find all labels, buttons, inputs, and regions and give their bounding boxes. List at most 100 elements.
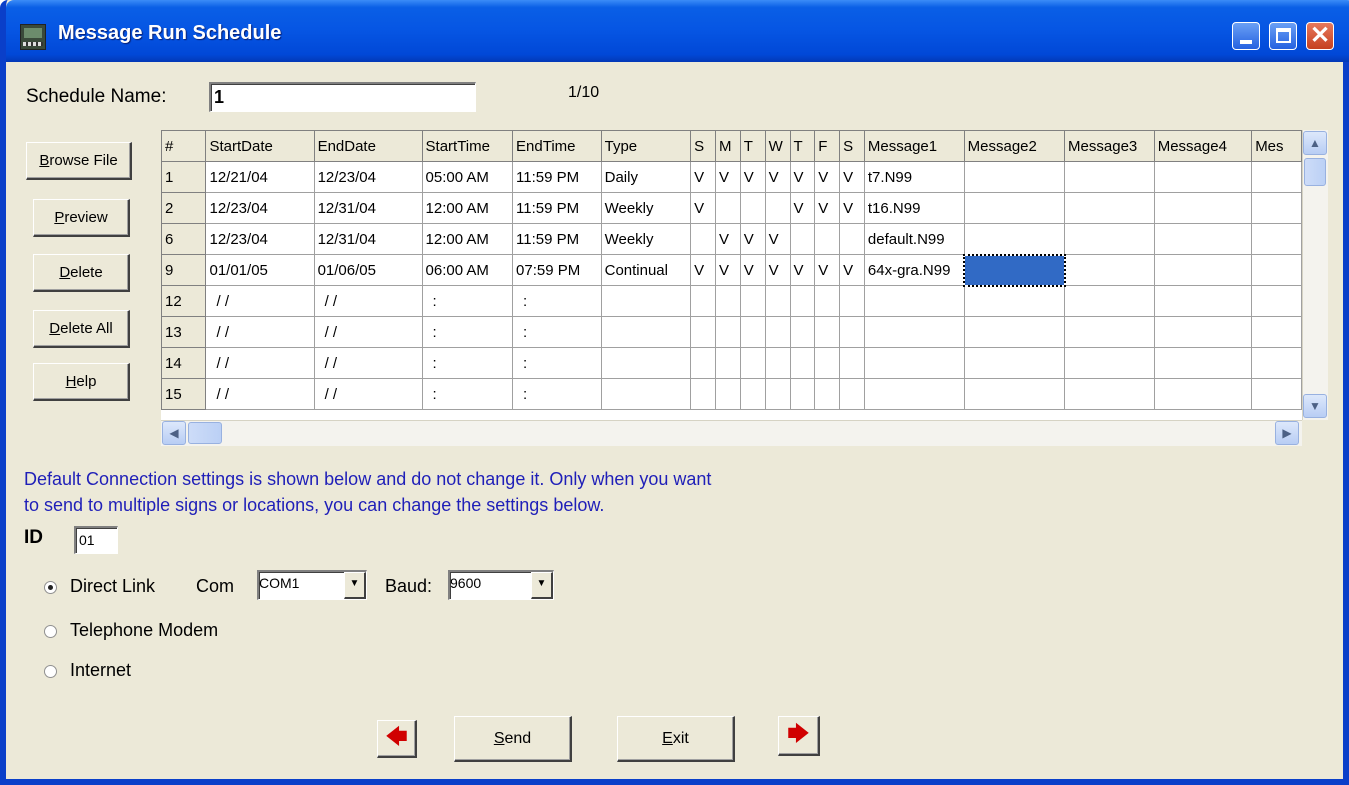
table-cell[interactable]: t7.N99: [863, 161, 965, 193]
scroll-right-button[interactable]: ▶: [1275, 421, 1299, 445]
title-bar[interactable]: Message Run Schedule ✕: [6, 0, 1349, 62]
schedule-grid[interactable]: # StartDate EndDate StartTime EndTime Type S M T…: [161, 130, 1302, 420]
table-cell[interactable]: :: [512, 378, 602, 410]
table-cell[interactable]: [690, 316, 716, 348]
table-cell[interactable]: V: [714, 254, 741, 286]
column-header[interactable]: T: [789, 130, 816, 162]
table-cell[interactable]: [764, 316, 791, 348]
row-number[interactable]: 2: [161, 192, 207, 224]
table-cell[interactable]: :: [512, 316, 602, 348]
table-cell[interactable]: V: [764, 254, 791, 286]
table-cell[interactable]: [1153, 347, 1253, 379]
table-cell[interactable]: [714, 192, 741, 224]
table-cell[interactable]: [839, 223, 865, 255]
vertical-scroll-thumb[interactable]: [1304, 158, 1326, 186]
table-cell[interactable]: [963, 161, 1066, 193]
table-cell[interactable]: V: [690, 192, 716, 224]
table-cell[interactable]: [963, 285, 1066, 317]
table-cell[interactable]: [714, 285, 741, 317]
column-header[interactable]: M: [714, 130, 741, 162]
table-cell[interactable]: / /: [205, 316, 315, 348]
table-cell[interactable]: :: [421, 285, 514, 317]
table-cell[interactable]: [789, 347, 816, 379]
table-cell[interactable]: [1064, 161, 1155, 193]
table-cell[interactable]: 11:59 PM: [512, 161, 602, 193]
table-cell[interactable]: [1064, 192, 1155, 224]
table-cell[interactable]: [714, 347, 741, 379]
table-cell[interactable]: V: [714, 161, 741, 193]
table-cell[interactable]: [814, 285, 841, 317]
exit-button[interactable]: Exit: [617, 716, 735, 762]
table-cell[interactable]: [1153, 285, 1253, 317]
table-cell[interactable]: [1153, 378, 1253, 410]
table-cell[interactable]: [863, 347, 965, 379]
table-cell[interactable]: [814, 316, 841, 348]
table-cell[interactable]: [789, 316, 816, 348]
table-cell[interactable]: [863, 316, 965, 348]
table-cell[interactable]: [690, 347, 716, 379]
table-cell[interactable]: Continual: [600, 254, 692, 286]
table-cell[interactable]: / /: [205, 378, 315, 410]
table-cell[interactable]: [814, 223, 841, 255]
row-number[interactable]: 6: [161, 223, 207, 255]
telephone-modem-radio[interactable]: [44, 625, 57, 638]
table-cell[interactable]: V: [739, 254, 766, 286]
column-header[interactable]: Type: [600, 130, 692, 162]
table-cell[interactable]: [839, 347, 865, 379]
table-cell[interactable]: Daily: [600, 161, 692, 193]
scroll-up-button[interactable]: ▲: [1303, 131, 1327, 155]
table-cell[interactable]: 12/23/04: [205, 192, 315, 224]
table-cell[interactable]: [600, 378, 692, 410]
com-dropdown-arrow-icon[interactable]: ▼: [344, 572, 366, 599]
table-cell[interactable]: V: [814, 192, 841, 224]
table-cell[interactable]: V: [690, 254, 716, 286]
table-cell[interactable]: / /: [205, 285, 315, 317]
column-header[interactable]: W: [764, 130, 791, 162]
previous-schedule-button[interactable]: 🡄: [377, 720, 417, 758]
table-cell[interactable]: [963, 378, 1066, 410]
table-cell[interactable]: V: [814, 161, 841, 193]
table-cell[interactable]: [600, 316, 692, 348]
column-header[interactable]: Message4: [1153, 130, 1253, 162]
table-cell[interactable]: [714, 378, 741, 410]
table-cell[interactable]: 05:00 AM: [421, 161, 514, 193]
table-cell[interactable]: [1153, 316, 1253, 348]
table-row[interactable]: 1 12/21/04 12/23/04 05:00 AM 11:59 PM Daily V V…: [161, 161, 1302, 193]
table-cell[interactable]: / /: [205, 347, 315, 379]
table-cell[interactable]: [963, 316, 1066, 348]
table-cell[interactable]: [739, 316, 766, 348]
column-header[interactable]: Message1: [863, 130, 965, 162]
table-cell[interactable]: 06:00 AM: [421, 254, 514, 286]
row-number[interactable]: 12: [161, 285, 207, 317]
column-header[interactable]: Message2: [963, 130, 1066, 162]
delete-button[interactable]: Delete: [33, 254, 130, 292]
table-cell[interactable]: [1064, 316, 1155, 348]
table-cell[interactable]: [1064, 378, 1155, 410]
table-cell[interactable]: 12:00 AM: [421, 223, 514, 255]
horizontal-scrollbar[interactable]: ◀ ▶: [161, 420, 1302, 446]
table-cell[interactable]: 12/31/04: [313, 223, 423, 255]
table-cell[interactable]: [963, 347, 1066, 379]
table-cell[interactable]: 12/21/04: [205, 161, 315, 193]
column-header[interactable]: EndDate: [313, 130, 423, 162]
table-row[interactable]: 15 / / / /::: [161, 378, 1302, 410]
table-cell[interactable]: :: [512, 347, 602, 379]
table-cell[interactable]: Weekly: [600, 223, 692, 255]
send-button[interactable]: Send: [454, 716, 572, 762]
table-cell[interactable]: [839, 378, 865, 410]
help-button[interactable]: Help: [33, 363, 130, 401]
table-cell[interactable]: 11:59 PM: [512, 192, 602, 224]
table-cell[interactable]: 07:59 PM: [512, 254, 602, 286]
column-header[interactable]: #: [161, 130, 207, 162]
table-cell[interactable]: [1153, 254, 1253, 286]
internet-label[interactable]: Internet: [70, 660, 131, 681]
table-cell[interactable]: V: [764, 223, 791, 255]
schedule-name-input[interactable]: 1: [209, 82, 476, 112]
table-cell[interactable]: [814, 347, 841, 379]
column-header[interactable]: Mes: [1251, 130, 1302, 162]
table-row[interactable]: 13 / / / /::: [161, 316, 1302, 348]
table-cell[interactable]: [789, 285, 816, 317]
table-cell[interactable]: V: [814, 254, 841, 286]
table-cell[interactable]: [764, 347, 791, 379]
table-cell[interactable]: Weekly: [600, 192, 692, 224]
